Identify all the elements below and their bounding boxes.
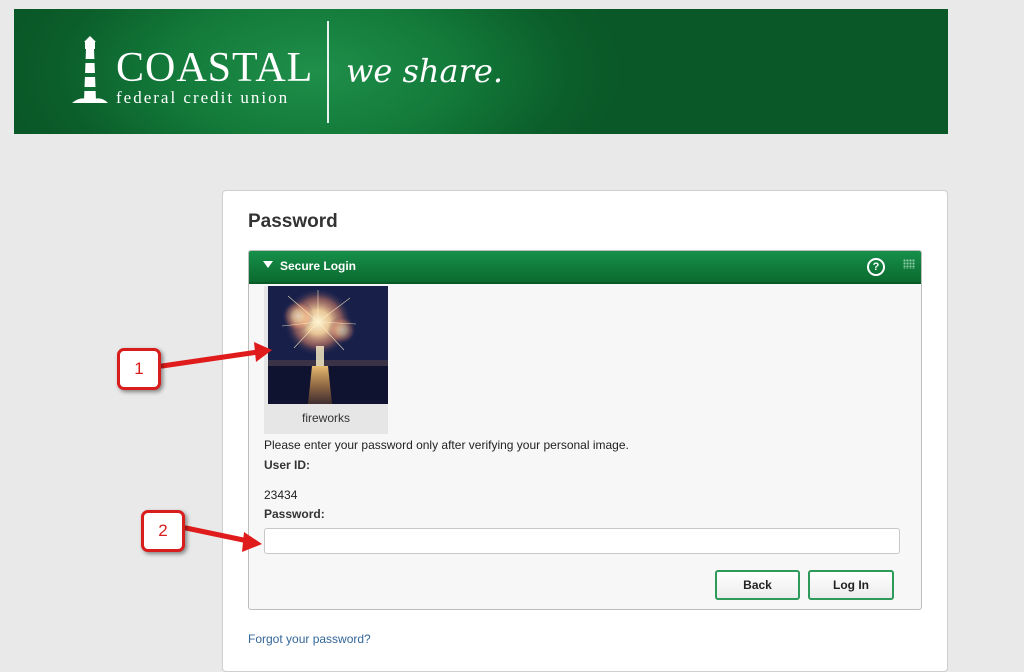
brand-name: COASTAL [116,45,314,91]
secure-login-panel: Secure Login ? fireworks Please enter yo… [248,250,922,610]
brand-subtitle: federal credit union [116,88,290,107]
callout-1: 1 [117,348,161,390]
password-label: Password: [264,507,325,521]
header-banner: COASTAL federal credit union we share. [14,9,948,134]
verify-instruction: Please enter your password only after ve… [264,438,629,452]
user-id-label: User ID: [264,458,311,472]
login-button[interactable]: Log In [808,570,894,600]
personal-image [268,286,388,404]
password-input[interactable] [264,528,900,554]
panel-header[interactable]: Secure Login ? [249,251,921,284]
panel-title: Secure Login [280,259,357,273]
callout-2: 2 [141,510,185,552]
logo-divider [327,21,329,123]
help-icon[interactable]: ? [867,258,885,276]
page-title: Password [248,211,338,232]
personal-image-box: fireworks [264,286,388,434]
caret-down-icon[interactable] [263,261,273,268]
login-card: Password Secure Login ? fireworks Please… [222,190,948,672]
lighthouse-icon [72,36,108,103]
grip-icon [903,259,915,269]
forgot-password-link[interactable]: Forgot your password? [248,632,371,646]
personal-image-caption: fireworks [301,411,350,425]
user-id-value: 23434 [264,488,298,502]
back-button[interactable]: Back [715,570,800,600]
brand-tagline: we share. [346,52,504,90]
